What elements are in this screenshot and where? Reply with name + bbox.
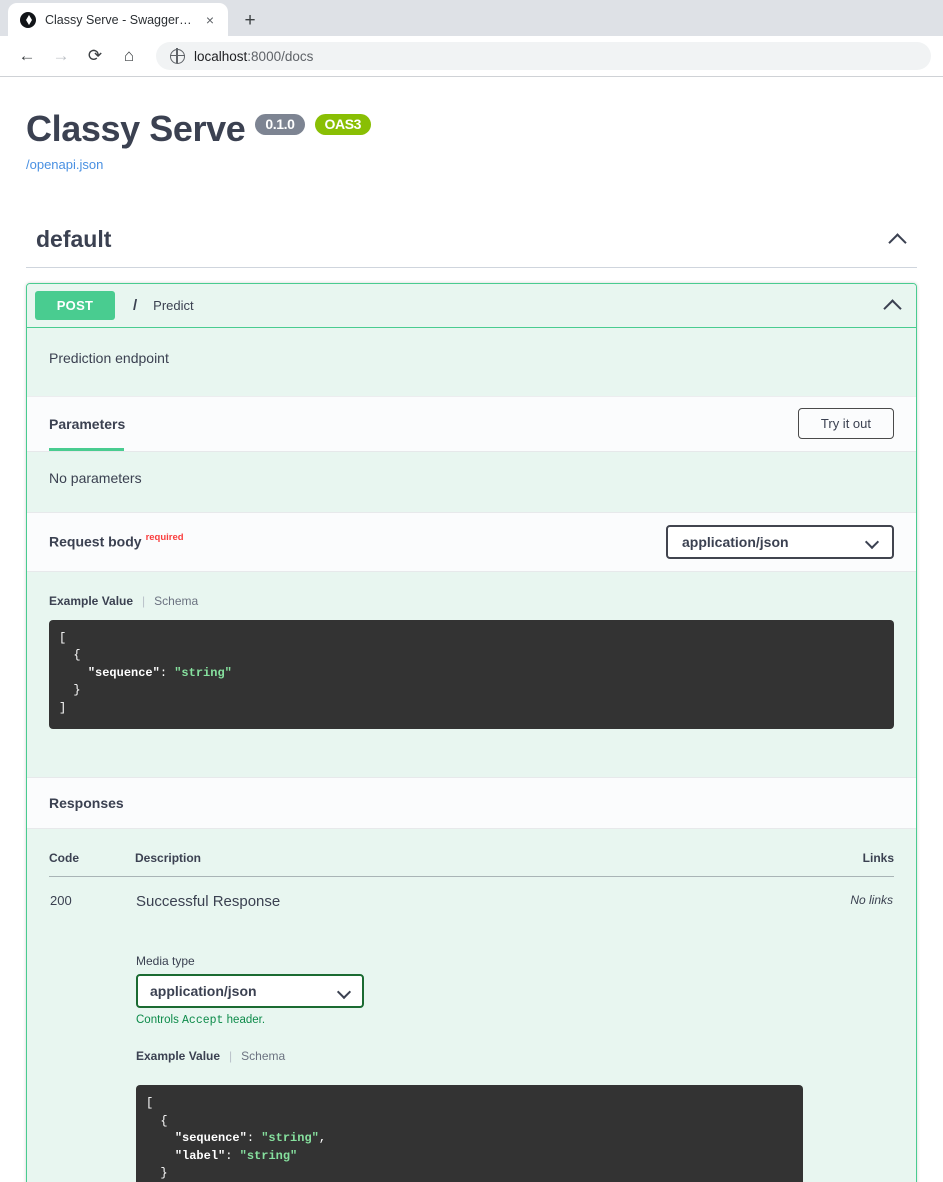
request-body-example-tabs: Example Value | Schema — [49, 594, 894, 608]
responses-table-header-row: Code Description Links — [49, 851, 894, 878]
home-icon[interactable]: ⌂ — [114, 41, 144, 71]
forward-icon[interactable]: → — [46, 41, 76, 71]
tag-header[interactable]: default — [26, 226, 917, 268]
address-host: localhost — [194, 48, 248, 64]
operation-summary[interactable]: POST / Predict — [27, 283, 916, 328]
required-marker: required — [145, 531, 184, 543]
swagger-container: Classy Serve 0.1.0 OAS3 /openapi.json de… — [0, 99, 943, 1182]
responses-table-wrap: Code Description Links 200 Successful Re… — [27, 829, 916, 1182]
address-path: :8000/docs — [247, 48, 314, 64]
openapi-spec-link[interactable]: /openapi.json — [26, 157, 103, 172]
swagger-ui: Classy Serve 0.1.0 OAS3 /openapi.json de… — [0, 77, 943, 1182]
request-body-header: Request body required application/json — [27, 511, 916, 572]
address-bar-text: localhost:8000/docs — [194, 49, 313, 64]
request-body-media-type-value: application/json — [682, 533, 789, 550]
parameters-section-header: Parameters Try it out — [27, 395, 916, 452]
no-parameters-text: No parameters — [27, 451, 916, 512]
reload-icon[interactable]: ⟳ — [80, 41, 110, 71]
accept-note-code: Accept — [182, 1014, 224, 1028]
column-header-description: Description — [135, 851, 804, 878]
chevron-up-icon[interactable] — [884, 296, 902, 314]
table-row: 200 Successful Response Media type appli… — [49, 877, 894, 1182]
media-type-label: Media type — [136, 954, 195, 969]
request-body-code-pad: [ { "sequence": "string" } ] — [27, 619, 916, 778]
accept-header-note: Controls Accept header. — [136, 1014, 803, 1027]
close-icon[interactable]: × — [201, 13, 219, 27]
request-body-example-strip: Example Value | Schema — [27, 571, 916, 608]
try-it-out-button[interactable]: Try it out — [797, 408, 894, 440]
operation-description: Prediction endpoint — [27, 327, 916, 396]
responses-label: Responses — [49, 795, 124, 812]
response-media-type-wrap: Media type application/json Controls Acc… — [136, 910, 803, 1027]
operation-body: Prediction endpoint Parameters Try it ou… — [27, 327, 916, 1182]
request-body-media-type-select[interactable]: application/json — [666, 524, 894, 559]
tab-schema[interactable]: Schema — [154, 594, 198, 608]
browser-tabstrip: Classy Serve - Swagger UI × + — [0, 0, 943, 36]
browser-toolbar: ← → ⟳ ⌂ localhost:8000/docs — [0, 36, 943, 77]
responses-table: Code Description Links 200 Successful Re… — [49, 851, 894, 1182]
response-links: No links — [850, 893, 893, 908]
tab-divider: | — [142, 593, 146, 608]
tab-divider: | — [229, 1049, 233, 1064]
lightning-bolt-icon — [20, 11, 36, 28]
address-bar[interactable]: localhost:8000/docs — [156, 42, 931, 70]
response-example-code: [ { "sequence": "string", "label": "stri… — [136, 1085, 803, 1182]
http-method-badge: POST — [35, 290, 115, 320]
accept-note-suffix: header. — [223, 1014, 266, 1027]
operation-path: / — [133, 296, 138, 314]
request-body-label-group: Request body required — [49, 532, 184, 551]
column-header-code: Code — [49, 851, 135, 878]
operation-summary-text: Predict — [153, 297, 194, 313]
back-icon[interactable]: ← — [12, 41, 42, 71]
response-description: Successful Response — [136, 893, 281, 911]
request-body-example-code: [ { "sequence": "string" } ] — [49, 619, 894, 730]
version-badge: 0.1.0 — [255, 114, 305, 136]
chevron-down-icon — [339, 986, 350, 997]
browser-chrome: Classy Serve - Swagger UI × + ← → ⟳ ⌂ lo… — [0, 0, 943, 77]
globe-icon — [169, 48, 185, 64]
chevron-up-icon[interactable] — [889, 230, 907, 248]
page-title: Classy Serve 0.1.0 OAS3 — [26, 109, 917, 149]
response-example-tabs: Example Value | Schema — [136, 1049, 803, 1063]
oas-badge: OAS3 — [314, 114, 372, 136]
request-body-label: Request body — [49, 533, 142, 550]
browser-tab[interactable]: Classy Serve - Swagger UI × — [8, 3, 228, 36]
new-tab-button[interactable]: + — [238, 11, 262, 30]
response-code-wrap: [ { "sequence": "string", "label": "stri… — [136, 1075, 803, 1182]
responses-section-header: Responses — [27, 777, 916, 830]
response-detail-cell: Successful Response Media type applicati… — [135, 877, 804, 1182]
tab-schema[interactable]: Schema — [241, 1049, 285, 1063]
response-media-type-select[interactable]: application/json — [136, 974, 364, 1009]
column-header-links: Links — [804, 851, 894, 878]
tab-parameters[interactable]: Parameters — [49, 416, 125, 432]
accept-note-prefix: Controls — [136, 1014, 183, 1027]
tag-section-default: default POST / Predict Prediction endpoi… — [20, 226, 923, 1182]
response-code: 200 — [50, 893, 72, 909]
tab-example-value[interactable]: Example Value — [136, 1049, 220, 1063]
active-tab-underline — [49, 447, 124, 451]
browser-tab-title: Classy Serve - Swagger UI — [45, 12, 192, 27]
response-media-type-value: application/json — [150, 983, 257, 1000]
api-title-text: Classy Serve — [26, 108, 246, 149]
operation-block-post-root: POST / Predict Prediction endpoint Param… — [26, 282, 917, 1182]
api-info: Classy Serve 0.1.0 OAS3 /openapi.json — [20, 99, 923, 174]
tab-example-value[interactable]: Example Value — [49, 594, 133, 608]
tag-name: default — [36, 225, 112, 252]
chevron-down-icon — [867, 536, 878, 547]
